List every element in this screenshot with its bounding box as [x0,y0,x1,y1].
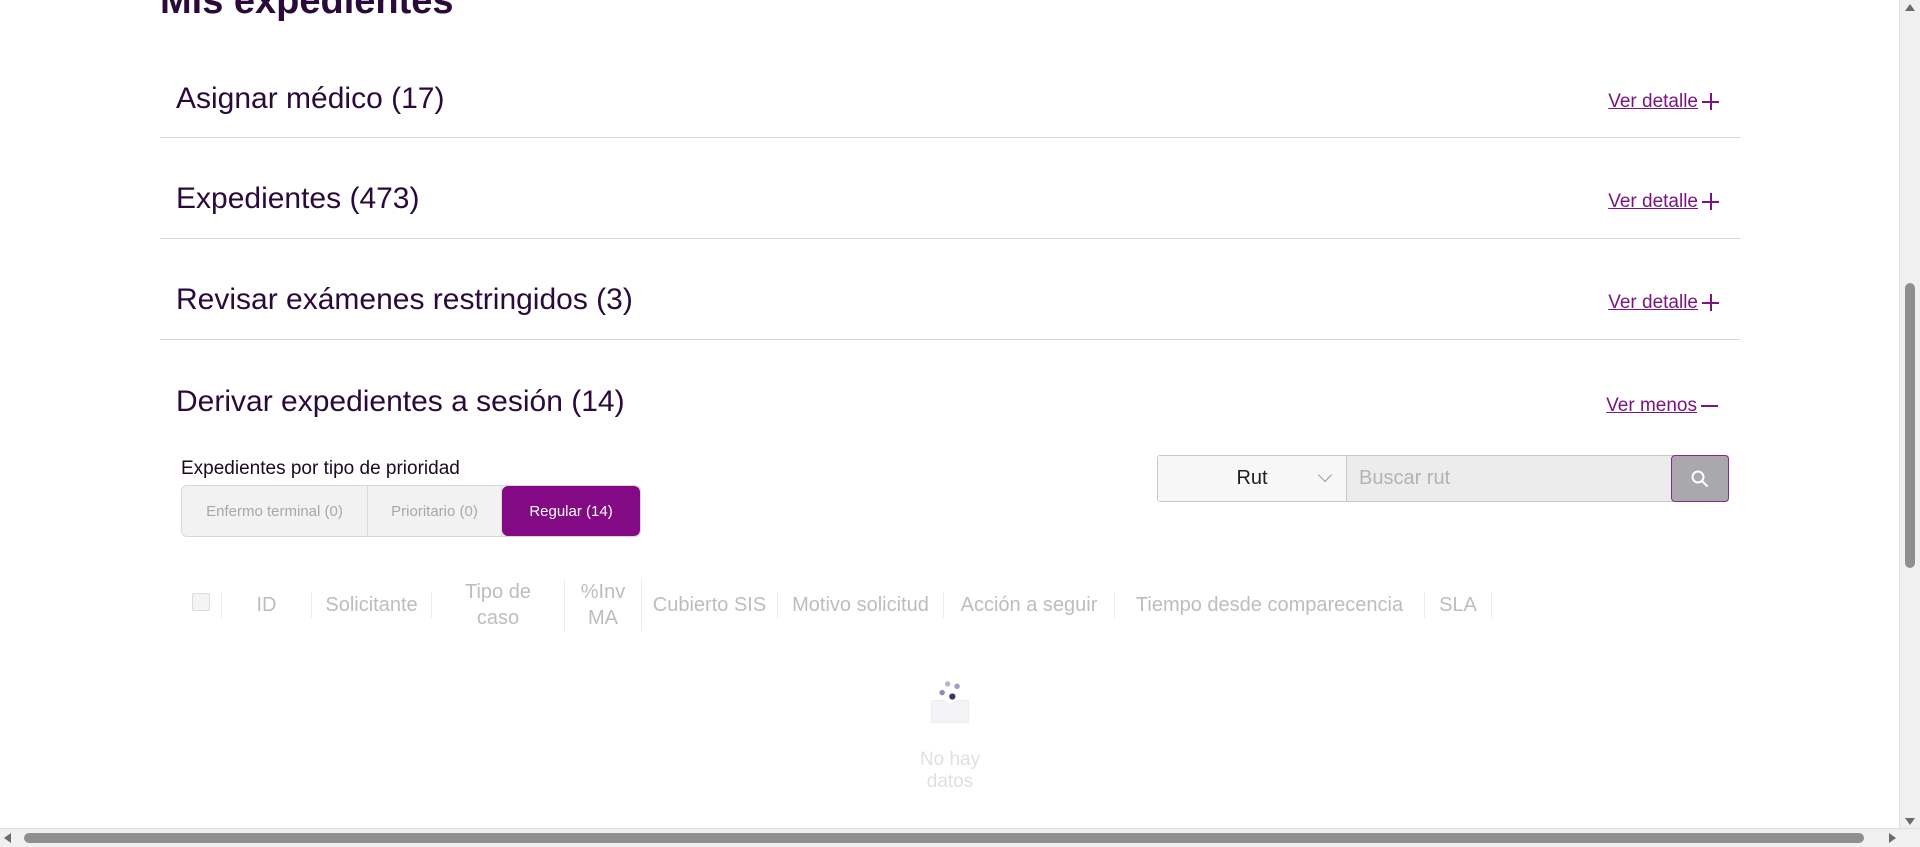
ver-menos-link[interactable]: Ver menos [1606,395,1719,417]
search-type-value: Rut [1236,467,1268,489]
empty-box-icon [930,681,970,723]
search-button[interactable] [1671,455,1729,502]
horizontal-scrollbar-thumb[interactable] [24,833,1864,843]
select-all-checkbox-cell [180,592,222,618]
page-title: Mis expedientes [160,0,454,22]
table-header: ID Solicitante Tipo de caso %Inv MA Cubi… [180,579,1492,631]
section-asignar-medico: Asignar médico (17) Ver detalle [160,70,1740,138]
search-icon [1691,470,1708,487]
priority-option-regular[interactable]: Regular (14) [502,486,640,536]
empty-state: No hay datos [900,680,1000,793]
scroll-right-arrow-icon[interactable] [1889,833,1896,843]
section-title: Asignar médico (17) [176,82,445,115]
column-header-motivo-solicitud[interactable]: Motivo solicitud [778,592,944,618]
section-expedientes: Expedientes (473) Ver detalle [160,137,1740,239]
column-header-inv-ma[interactable]: %Inv MA [565,579,642,631]
section-title: Expedientes (473) [176,182,420,215]
toggle-label: Ver detalle [1608,91,1698,112]
minus-icon [1701,397,1719,415]
ver-detalle-link[interactable]: Ver detalle [1608,292,1720,314]
plus-icon [1702,294,1720,312]
ver-detalle-link[interactable]: Ver detalle [1608,191,1720,213]
scroll-left-arrow-icon[interactable] [4,833,11,843]
vertical-scrollbar-thumb[interactable] [1905,283,1915,568]
section-title: Revisar exámenes restringidos (3) [176,283,633,316]
horizontal-scrollbar[interactable] [0,828,1920,847]
plus-icon [1702,93,1720,111]
column-header-tipo-caso[interactable]: Tipo de caso [432,579,565,631]
section-title-derivar: Derivar expedientes a sesión (14) [176,385,625,418]
ver-detalle-link[interactable]: Ver detalle [1608,91,1720,113]
select-all-checkbox[interactable] [191,593,210,611]
column-header-solicitante[interactable]: Solicitante [312,592,432,618]
column-header-cubierto-sis[interactable]: Cubierto SIS [642,592,778,618]
section-revisar-examenes: Revisar exámenes restringidos (3) Ver de… [160,238,1740,340]
page: Mis expedientes Asignar médico (17) Ver … [0,0,1900,829]
empty-state-text: No hay datos [919,749,981,792]
column-header-sla[interactable]: SLA [1425,592,1492,618]
scroll-down-arrow-icon[interactable] [1905,818,1915,825]
priority-label: Expedientes por tipo de prioridad [181,458,460,479]
search-type-select[interactable]: Rut [1158,456,1347,501]
toggle-label: Ver menos [1606,395,1697,416]
column-header-id[interactable]: ID [222,592,312,618]
column-header-tiempo-comparecencia[interactable]: Tiempo desde comparecencia [1115,592,1425,618]
chevron-down-icon [1317,467,1333,483]
plus-icon [1702,193,1720,211]
column-header-accion-seguir[interactable]: Acción a seguir [944,592,1115,618]
vertical-scrollbar[interactable] [1899,0,1920,829]
priority-option-prioritario[interactable]: Prioritario (0) [368,486,502,536]
priority-option-enfermo-terminal[interactable]: Enfermo terminal (0) [182,486,368,536]
scroll-up-arrow-icon[interactable] [1905,4,1915,11]
priority-segmented-control: Enfermo terminal (0) Prioritario (0) Reg… [181,485,641,537]
search-bar: Rut [1157,455,1729,502]
toggle-label: Ver detalle [1608,292,1698,313]
toggle-label: Ver detalle [1608,191,1698,212]
search-input[interactable] [1347,456,1671,501]
